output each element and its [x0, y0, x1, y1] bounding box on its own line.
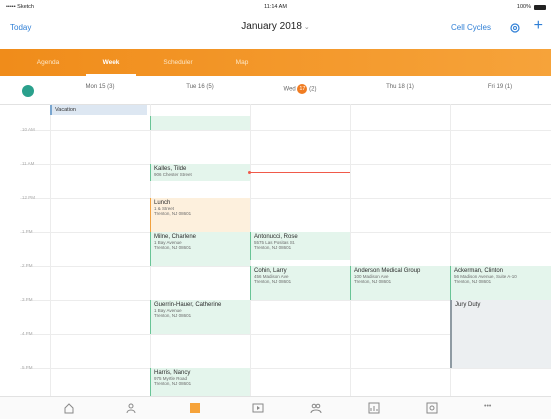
view-tabs: Agenda Week Scheduler Map: [0, 49, 551, 76]
calendar-icon[interactable]: [189, 402, 201, 414]
status-time: 11:14 AM: [264, 4, 287, 10]
settings-icon[interactable]: [426, 402, 438, 414]
hour-line: [20, 164, 551, 165]
event-antonucci[interactable]: Antonucci, Rose 5575 Las Positas St. Tre…: [250, 232, 350, 260]
more-icon[interactable]: •••: [484, 403, 491, 410]
time-label: 12 PM: [22, 195, 36, 200]
time-label: 11 AM: [22, 161, 35, 166]
tab-week[interactable]: Week: [86, 49, 136, 76]
tab-map[interactable]: Map: [222, 49, 262, 76]
event-city: Trenton, NJ 08601: [154, 211, 192, 216]
navigation-bar: Today January 2018 ⌄ Cell Cycles +: [0, 14, 551, 44]
contacts-icon[interactable]: [126, 402, 138, 414]
today-badge: 17: [297, 84, 308, 94]
plus-icon[interactable]: +: [534, 18, 543, 34]
home-icon[interactable]: [63, 402, 75, 414]
battery-text: 100%: [516, 4, 531, 10]
column-divider: [50, 104, 51, 396]
week-grid[interactable]: 10 AM 11 AM 12 PM 1 PM 2 PM 3 PM 4 PM 5 …: [0, 104, 551, 396]
hour-line: [20, 198, 551, 199]
event-cohin[interactable]: Cohin, Larry 456 Madison Ave Trenton, NJ…: [250, 266, 350, 300]
current-time-line: [250, 172, 350, 173]
reports-icon[interactable]: [368, 402, 380, 414]
event-city: Trenton, NJ 08601: [254, 245, 292, 250]
event-guerrin[interactable]: Guerrin-Hauer, Catherine 1 Bay Avenue Tr…: [150, 300, 250, 334]
event-address: 906 Chester Street: [154, 172, 192, 177]
day-wed[interactable]: Wed 17 (2): [250, 84, 350, 96]
event-city: Trenton, NJ 08601: [154, 381, 192, 386]
battery-icon: [534, 5, 546, 10]
event-title: Jury Duty: [455, 302, 481, 308]
day-fri[interactable]: Fri 19 (1): [450, 84, 550, 96]
bottom-tab-bar: •••: [0, 396, 551, 419]
event-city: Trenton, NJ 08601: [354, 279, 392, 284]
tab-agenda[interactable]: Agenda: [20, 49, 76, 76]
event-ackerman[interactable]: Ackerman, Clinton 56 Madison Avenue, Sui…: [450, 266, 551, 300]
person-icon[interactable]: [22, 85, 34, 97]
cell-cycles-button[interactable]: Cell Cycles: [451, 23, 491, 32]
event-block-tue-morning[interactable]: [150, 116, 250, 130]
event-city: Trenton, NJ 08601: [154, 245, 192, 250]
day-header: Mon 15 (3) Tue 16 (5) Wed 17 (2) Thu 18 …: [0, 76, 551, 105]
day-mon[interactable]: Mon 15 (3): [50, 84, 150, 96]
event-anderson[interactable]: Anderson Medical Group 100 Madison Ave T…: [350, 266, 450, 300]
time-label: 4 PM: [22, 331, 33, 336]
hour-line: [20, 130, 551, 131]
gear-icon[interactable]: [509, 22, 521, 34]
event-city: Trenton, NJ 08601: [154, 313, 192, 318]
time-label: 5 PM: [22, 365, 33, 370]
all-day-event[interactable]: Vacation: [50, 105, 147, 115]
time-label: 10 AM: [22, 127, 35, 132]
time-label: 3 PM: [22, 297, 33, 302]
event-harris[interactable]: Harris, Nancy 975 Myrtle Road Trenton, N…: [150, 368, 250, 396]
status-bar: ••••• Sketch 11:14 AM 100%: [0, 0, 551, 14]
event-milne[interactable]: Milne, Charlene 1 Bay Avenue Trenton, NJ…: [150, 232, 250, 266]
presentation-icon[interactable]: [252, 402, 264, 414]
event-lunch[interactable]: Lunch 1 & Street Trenton, NJ 08601: [150, 198, 250, 232]
event-kalles[interactable]: Kalles, Tilde 906 Chester Street: [150, 164, 250, 181]
event-city: Trenton, NJ 08601: [254, 279, 292, 284]
time-label: 1 PM: [22, 229, 33, 234]
day-tue[interactable]: Tue 16 (5): [150, 84, 250, 96]
column-divider: [350, 104, 351, 396]
event-jury-duty[interactable]: Jury Duty: [450, 300, 551, 368]
hour-line: [20, 368, 551, 369]
tab-scheduler[interactable]: Scheduler: [148, 49, 208, 76]
team-icon[interactable]: [310, 402, 322, 414]
event-city: Trenton, NJ 08601: [454, 279, 492, 284]
day-thu[interactable]: Thu 18 (1): [350, 84, 450, 96]
time-label: 2 PM: [22, 263, 33, 268]
